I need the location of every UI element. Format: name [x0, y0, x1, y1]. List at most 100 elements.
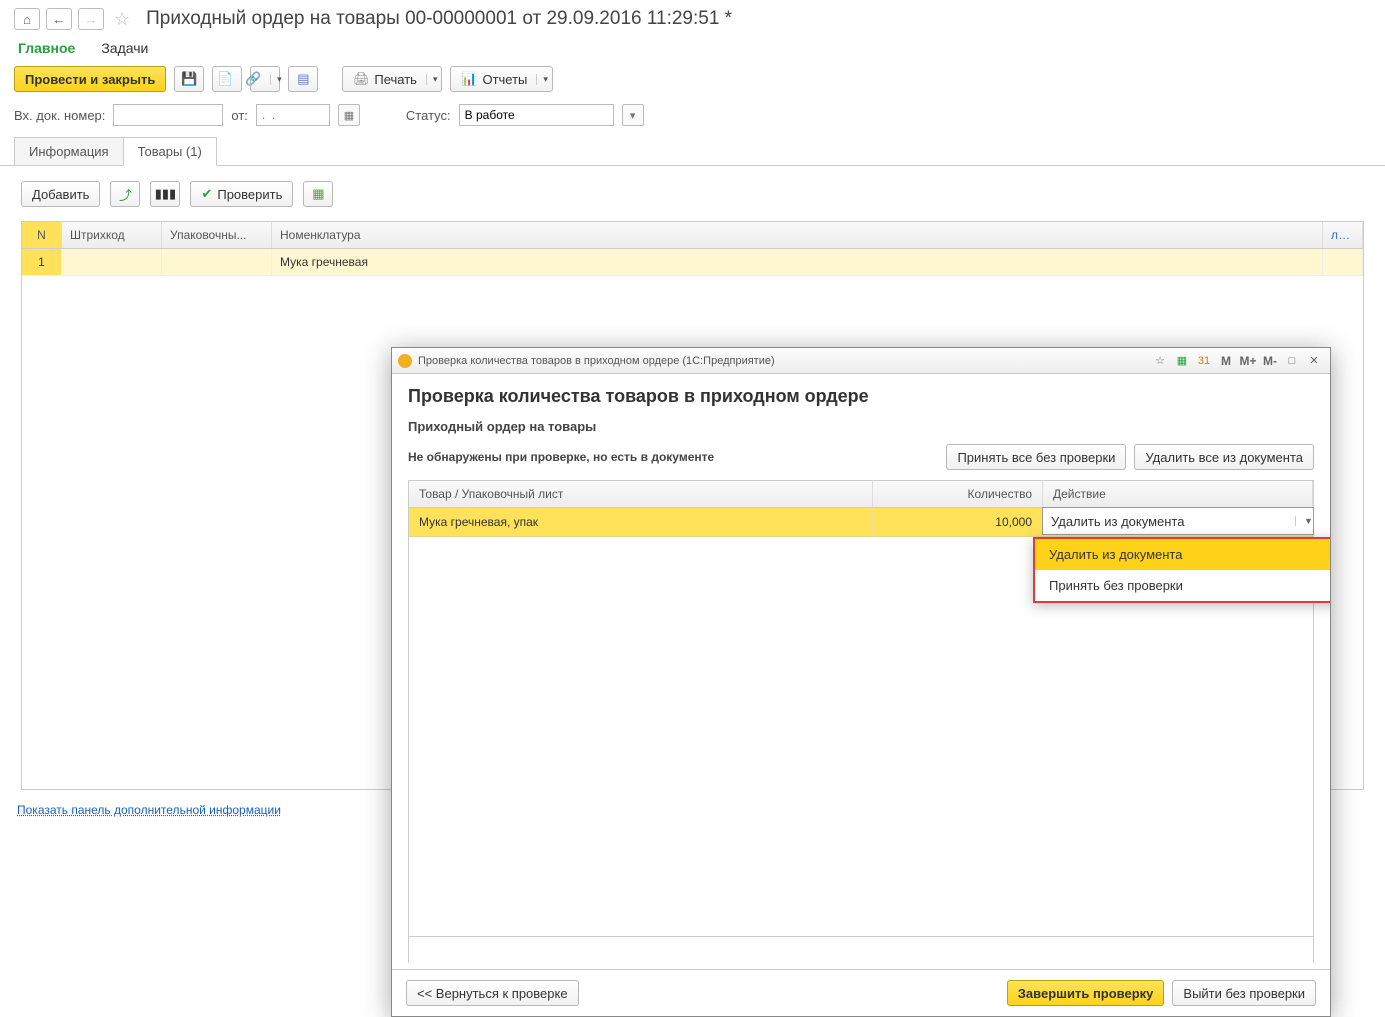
cell-nom: Мука гречневая — [272, 249, 1323, 275]
calendar-icon[interactable]: 31 — [1194, 352, 1214, 370]
cell-action-wrap: Удалить из документа ▼ — [1043, 508, 1313, 536]
page-title: Приходный ордер на товары 00-00000001 от… — [146, 8, 732, 30]
related-button[interactable]: 🔗▾ — [250, 66, 280, 92]
table-button[interactable]: ▦ — [303, 181, 333, 207]
tab-main[interactable]: Главное — [18, 40, 75, 56]
col-n[interactable]: N — [22, 222, 62, 248]
arrow-right-icon: → — [85, 12, 98, 27]
doc-number-label: Вх. док. номер: — [14, 108, 105, 123]
status-select[interactable] — [459, 104, 614, 126]
chevron-down-icon: ▼ — [1295, 516, 1313, 526]
check-icon: ✔ — [201, 186, 212, 202]
table-row[interactable]: 1 Мука гречневая — [22, 249, 1363, 276]
share-button[interactable]: ⤴ — [110, 181, 140, 207]
link-icon: 🔗 — [245, 71, 261, 87]
calendar-button[interactable]: ▦ — [338, 104, 360, 126]
col-barcode[interactable]: Штрихкод — [62, 222, 162, 248]
action-dropdown: Удалить из документа Принять без проверк… — [1033, 537, 1330, 603]
calendar-icon: ▦ — [344, 109, 354, 122]
date-input[interactable] — [256, 104, 330, 126]
dropdown-option-accept[interactable]: Принять без проверки — [1035, 570, 1330, 601]
print-button[interactable]: 🖨Печать▾ — [342, 66, 442, 92]
dropdown-option-delete[interactable]: Удалить из документа — [1035, 539, 1330, 570]
doc-tabs: Информация Товары (1) — [0, 136, 1385, 166]
form-button[interactable]: ▤ — [288, 66, 318, 92]
chevron-down-icon: ▾ — [536, 74, 548, 85]
favorite-icon[interactable]: ☆ — [1150, 352, 1170, 370]
app-icon — [398, 354, 412, 368]
barcode-icon: ▮▮▮ — [155, 186, 176, 202]
section-tabs: Главное Задачи — [0, 34, 1385, 56]
dialog-footer: << Вернуться к проверке Завершить провер… — [392, 969, 1330, 1016]
home-button[interactable]: ⌂ — [14, 8, 40, 30]
new-doc-button[interactable]: 📄 — [212, 66, 242, 92]
warning-row: Не обнаружены при проверке, но есть в до… — [408, 444, 1314, 470]
print-icon: 🖨 — [353, 71, 369, 87]
cell-n: 1 — [22, 249, 62, 275]
inner-toolbar: Добавить ⤴ ▮▮▮ ✔ Проверить ▦ — [1, 167, 1384, 217]
finish-check-button[interactable]: Завершить проверку — [1007, 980, 1165, 1006]
grid-header: N Штрихкод Упаковочны... Номенклатура ло… — [22, 222, 1363, 249]
cell-qty: 10,000 — [873, 508, 1043, 536]
arrow-left-icon: ← — [53, 12, 66, 27]
calc-icon[interactable]: ▦ — [1172, 352, 1192, 370]
dialog-table: Товар / Упаковочный лист Количество Дейс… — [408, 480, 1314, 963]
reports-button[interactable]: 📊Отчеты▾ — [450, 66, 552, 92]
filter-row: Вх. док. номер: от: ▦ Статус: ▾ — [0, 100, 1385, 136]
dialog-subtitle: Приходный ордер на товары — [408, 419, 1314, 434]
action-value: Удалить из документа — [1043, 514, 1192, 529]
chevron-down-icon: ▾ — [270, 74, 282, 85]
dialog-body: Проверка количества товаров в приходном … — [392, 374, 1330, 969]
home-icon: ⌂ — [23, 12, 31, 27]
col-nomenclature[interactable]: Номенклатура — [272, 222, 1323, 248]
exit-without-check-button[interactable]: Выйти без проверки — [1172, 980, 1316, 1006]
chevron-down-icon: ▾ — [426, 74, 438, 85]
check-qty-dialog: Проверка количества товаров в приходном … — [391, 347, 1331, 1017]
dialog-titlebar[interactable]: Проверка количества товаров в приходном … — [392, 348, 1330, 374]
cell-item: Мука гречневая, упак — [409, 508, 873, 536]
table-icon: ▦ — [312, 186, 324, 202]
col-action[interactable]: Действие — [1043, 481, 1313, 507]
tab-goods[interactable]: Товары (1) — [123, 137, 217, 166]
file-icon: 📄 — [217, 71, 233, 87]
status-dropdown-button[interactable]: ▾ — [622, 104, 644, 126]
col-qty[interactable]: Количество — [873, 481, 1043, 507]
close-button[interactable]: ✕ — [1304, 352, 1324, 370]
titlebar-buttons: ☆ ▦ 31 M M+ M- □ ✕ — [1150, 352, 1324, 370]
accept-all-button[interactable]: Принять все без проверки — [946, 444, 1126, 470]
doc-number-input[interactable] — [113, 104, 223, 126]
col-item[interactable]: Товар / Упаковочный лист — [409, 481, 873, 507]
memory-mplus-button[interactable]: M+ — [1238, 352, 1258, 370]
save-icon: 💾 — [181, 71, 197, 87]
show-info-panel-link[interactable]: Показать панель дополнительной информаци… — [17, 803, 281, 817]
status-label: Статус: — [406, 108, 451, 123]
memory-mminus-button[interactable]: M- — [1260, 352, 1280, 370]
memory-m-button[interactable]: M — [1216, 352, 1236, 370]
forward-button[interactable]: → — [78, 8, 104, 30]
table-row[interactable]: Мука гречневая, упак 10,000 Удалить из д… — [409, 508, 1313, 537]
favorite-icon[interactable]: ☆ — [114, 9, 130, 30]
check-button[interactable]: ✔ Проверить — [190, 181, 293, 207]
main-toolbar: Провести и закрыть 💾 📄 🔗▾ ▤ 🖨Печать▾ 📊От… — [0, 56, 1385, 100]
chart-icon: 📊 — [461, 71, 477, 87]
form-icon: ▤ — [295, 71, 311, 87]
action-select[interactable]: Удалить из документа ▼ — [1042, 507, 1314, 535]
col-pack[interactable]: Упаковочны... — [162, 222, 272, 248]
cell-right — [1323, 249, 1363, 275]
maximize-button[interactable]: □ — [1282, 352, 1302, 370]
cell-barcode — [62, 249, 162, 275]
delete-all-button[interactable]: Удалить все из документа — [1134, 444, 1314, 470]
back-button[interactable]: ← — [46, 8, 72, 30]
col-right[interactable]: ло... — [1323, 222, 1363, 248]
save-button[interactable]: 💾 — [174, 66, 204, 92]
tab-tasks[interactable]: Задачи — [101, 40, 148, 56]
share-icon: ⤴ — [119, 185, 132, 204]
post-and-close-button[interactable]: Провести и закрыть — [14, 66, 166, 92]
barcode-button[interactable]: ▮▮▮ — [150, 181, 180, 207]
topbar: ⌂ ← → ☆ Приходный ордер на товары 00-000… — [0, 0, 1385, 34]
back-to-check-button[interactable]: << Вернуться к проверке — [406, 980, 579, 1006]
add-button[interactable]: Добавить — [21, 181, 100, 207]
tab-info[interactable]: Информация — [14, 137, 124, 166]
dialog-table-header: Товар / Упаковочный лист Количество Дейс… — [409, 481, 1313, 508]
dialog-heading: Проверка количества товаров в приходном … — [408, 386, 1314, 407]
